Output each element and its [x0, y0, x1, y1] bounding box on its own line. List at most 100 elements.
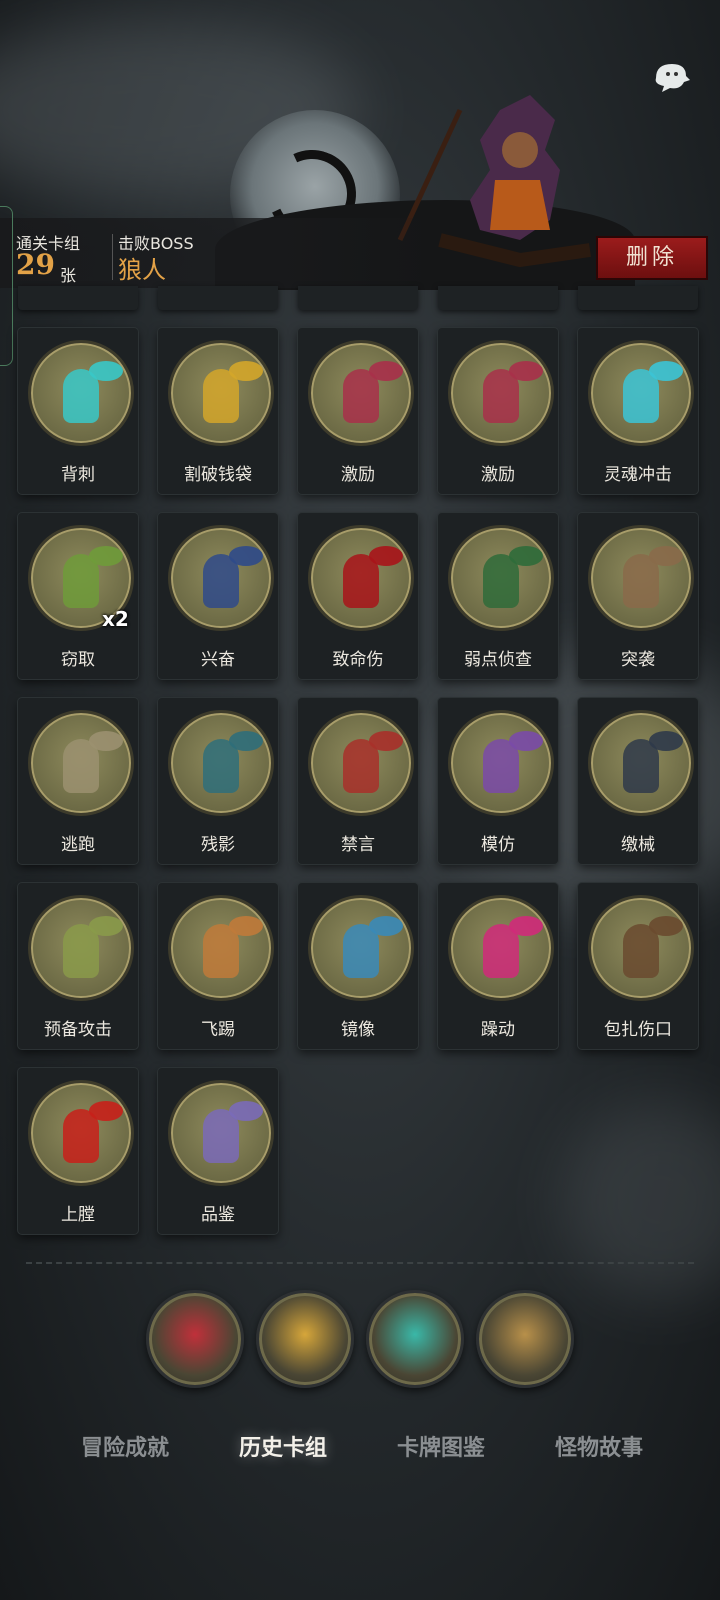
card-effect: [369, 731, 403, 751]
ghost-icon[interactable]: [650, 60, 692, 94]
card-item[interactable]: 兴奋: [158, 513, 278, 679]
card-effect: [509, 361, 543, 381]
card-item[interactable]: 禁言: [298, 698, 418, 864]
card-portrait: [308, 525, 414, 631]
card-name: 突袭: [621, 650, 655, 670]
header-separator: [112, 234, 113, 280]
card-item[interactable]: 缴械: [578, 698, 698, 864]
card-effect: [369, 361, 403, 381]
deck-header: 通关卡组 29 张 击败BOSS 狼人 删除: [0, 0, 720, 366]
card-portrait: [168, 895, 274, 1001]
card-partial: [298, 286, 418, 310]
card-portrait: [308, 340, 414, 446]
skull-icon[interactable]: [146, 1290, 244, 1388]
portal-icon[interactable]: [366, 1290, 464, 1388]
card-item[interactable]: 灵魂冲击: [578, 328, 698, 494]
card-effect: [649, 916, 683, 936]
boss-name: 狼人: [118, 256, 166, 284]
card-effect: [649, 361, 683, 381]
card-item[interactable]: 背刺: [18, 328, 138, 494]
card-name: 躁动: [481, 1020, 515, 1040]
tab-card-codex[interactable]: 卡牌图鉴: [366, 1430, 516, 1462]
card-portrait: [588, 895, 694, 1001]
card-portrait: [28, 1080, 134, 1186]
card-name: 背刺: [61, 465, 95, 485]
card-effect: [89, 361, 123, 381]
card-name: 窃取: [61, 650, 95, 670]
card-item[interactable]: 上膛: [18, 1068, 138, 1234]
card-item[interactable]: 品鉴: [158, 1068, 278, 1234]
tab-history-decks[interactable]: 历史卡组: [208, 1430, 358, 1462]
card-portrait: [448, 710, 554, 816]
side-drawer-handle[interactable]: [0, 206, 13, 366]
delete-button[interactable]: 删除: [596, 236, 708, 280]
card-name: 缴械: [621, 835, 655, 855]
card-effect: [649, 546, 683, 566]
card-partial: [578, 286, 698, 310]
card-portrait: [28, 710, 134, 816]
card-name: 禁言: [341, 835, 375, 855]
card-item[interactable]: 逃跑: [18, 698, 138, 864]
card-item[interactable]: 残影: [158, 698, 278, 864]
section-divider: [26, 1262, 694, 1264]
card-name: 包扎伤口: [604, 1020, 672, 1040]
card-portrait: [28, 895, 134, 1001]
card-item[interactable]: 镜像: [298, 883, 418, 1049]
card-name: 飞踢: [201, 1020, 235, 1040]
card-effect: [229, 731, 263, 751]
card-item[interactable]: 包扎伤口: [578, 883, 698, 1049]
card-item[interactable]: 突袭: [578, 513, 698, 679]
card-name: 镜像: [341, 1020, 375, 1040]
card-effect: [649, 731, 683, 751]
card-item[interactable]: x2 窃取: [18, 513, 138, 679]
card-effect: [369, 916, 403, 936]
card-portrait: [168, 710, 274, 816]
card-portrait: [168, 1080, 274, 1186]
card-effect: [229, 546, 263, 566]
card-count-badge: x2: [102, 607, 129, 631]
card-name: 割破钱袋: [184, 465, 252, 485]
card-portrait: [308, 710, 414, 816]
card-name: 激励: [341, 465, 375, 485]
card-item[interactable]: 激励: [298, 328, 418, 494]
card-portrait: [168, 340, 274, 446]
card-name: 逃跑: [61, 835, 95, 855]
card-effect: [509, 731, 543, 751]
card-portrait: [168, 525, 274, 631]
card-name: 预备攻击: [44, 1020, 112, 1040]
card-name: 灵魂冲击: [604, 465, 672, 485]
card-effect: [89, 916, 123, 936]
card-effect: [509, 546, 543, 566]
card-portrait: [448, 340, 554, 446]
tab-monster-stories[interactable]: 怪物故事: [524, 1430, 674, 1462]
statue-icon[interactable]: [476, 1290, 574, 1388]
card-effect: [229, 1101, 263, 1121]
card-item[interactable]: 躁动: [438, 883, 558, 1049]
card-portrait: [28, 340, 134, 446]
card-item[interactable]: 割破钱袋: [158, 328, 278, 494]
card-count-unit: 张: [60, 266, 77, 285]
card-item[interactable]: 致命伤: [298, 513, 418, 679]
card-portrait: [308, 895, 414, 1001]
card-name: 模仿: [481, 835, 515, 855]
card-name: 上膛: [61, 1205, 95, 1225]
hourglass-icon[interactable]: [256, 1290, 354, 1388]
card-name: 品鉴: [201, 1205, 235, 1225]
card-effect: [89, 1101, 123, 1121]
card-effect: [509, 916, 543, 936]
card-effect: [369, 546, 403, 566]
card-effect: [89, 546, 123, 566]
card-partial: [438, 286, 558, 310]
card-name: 致命伤: [332, 650, 384, 670]
card-item[interactable]: 弱点侦查: [438, 513, 558, 679]
card-item[interactable]: 飞踢: [158, 883, 278, 1049]
card-item[interactable]: 预备攻击: [18, 883, 138, 1049]
card-item[interactable]: 激励: [438, 328, 558, 494]
tab-achievements[interactable]: 冒险成就: [50, 1430, 200, 1462]
card-item[interactable]: 模仿: [438, 698, 558, 864]
card-name: 激励: [481, 465, 515, 485]
card-name: 弱点侦查: [464, 650, 532, 670]
card-name: 兴奋: [201, 650, 235, 670]
card-portrait: [448, 525, 554, 631]
card-name: 残影: [201, 835, 235, 855]
